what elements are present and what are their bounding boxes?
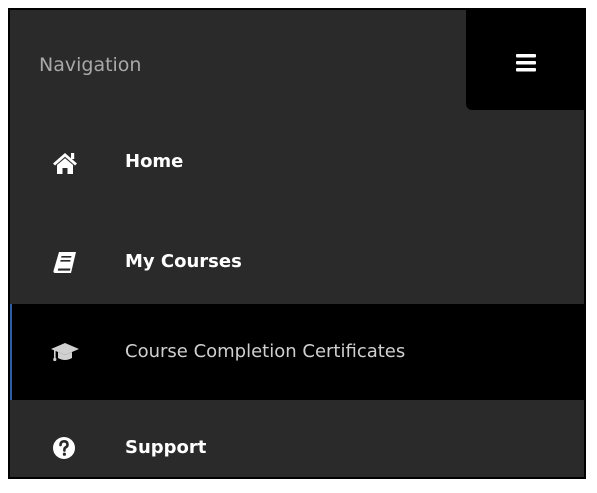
question-circle-icon [53, 437, 75, 459]
nav-item-label: Course Completion Certificates [125, 341, 406, 362]
navigation-panel: Navigation Home My Courses Course Comple… [8, 8, 586, 479]
nav-header: Navigation [10, 10, 584, 110]
graduation-cap-icon [51, 343, 79, 362]
nav-item-course-completion-certificates[interactable]: Course Completion Certificates [10, 304, 584, 400]
home-icon [53, 153, 77, 174]
nav-item-home[interactable]: Home [10, 114, 584, 210]
nav-item-support[interactable]: Support [10, 400, 584, 477]
nav-item-label: Support [125, 437, 207, 458]
nav-item-my-courses[interactable]: My Courses [10, 214, 584, 310]
nav-item-label: My Courses [125, 251, 242, 272]
nav-item-label: Home [125, 151, 184, 172]
nav-title: Navigation [39, 54, 142, 76]
menu-toggle-button[interactable] [466, 10, 584, 110]
book-icon [53, 252, 76, 273]
hamburger-menu-icon [516, 54, 536, 72]
